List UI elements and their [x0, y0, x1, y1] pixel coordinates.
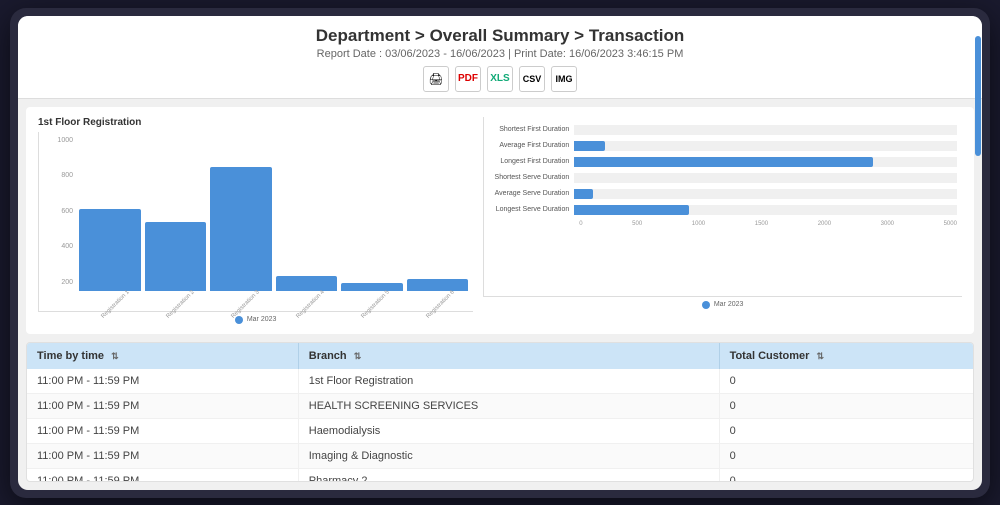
- cell-time: 11:00 PM - 11:59 PM: [27, 393, 298, 418]
- cell-branch: Imaging & Diagnostic: [298, 443, 719, 468]
- hbar-chart-container: Shortest First Duration Average First Du…: [483, 117, 962, 324]
- excel-icon[interactable]: XLS: [487, 66, 513, 92]
- cell-total: 0: [719, 369, 973, 394]
- cell-branch: 1st Floor Registration: [298, 369, 719, 394]
- chart2-legend-text: Mar 2023: [714, 301, 744, 308]
- hbar-x-axis: 0 500 1000 1500 2000 3000 5000: [484, 221, 957, 227]
- bar-3: [210, 167, 272, 291]
- header: Department > Overall Summary > Transacti…: [18, 16, 982, 99]
- col-total: Total Customer ⇅: [719, 343, 973, 369]
- table-row: 11:00 PM - 11:59 PM 1st Floor Registrati…: [27, 369, 973, 394]
- csv-icon[interactable]: CSV: [519, 66, 545, 92]
- cell-time: 11:00 PM - 11:59 PM: [27, 369, 298, 394]
- hbar-fill-5: [574, 189, 593, 199]
- table-header-row: Time by time ⇅ Branch ⇅ Total Customer ⇅: [27, 343, 973, 369]
- page-title: Department > Overall Summary > Transacti…: [18, 26, 982, 46]
- data-table: Time by time ⇅ Branch ⇅ Total Customer ⇅: [27, 343, 973, 482]
- chart1-legend-text: Mar 2023: [247, 316, 277, 323]
- report-date: Report Date : 03/06/2023 - 16/06/2023 | …: [18, 48, 982, 60]
- sort-total-icon[interactable]: ⇅: [816, 351, 824, 362]
- cell-total: 0: [719, 393, 973, 418]
- device-frame: Department > Overall Summary > Transacti…: [10, 8, 990, 498]
- hbar-fill-2: [574, 141, 605, 151]
- cell-branch: Pharmacy 2: [298, 468, 719, 482]
- scrollbar[interactable]: [975, 36, 981, 156]
- hbar-fill-3: [574, 157, 873, 167]
- app-window: Department > Overall Summary > Transacti…: [18, 16, 982, 490]
- data-table-container: Time by time ⇅ Branch ⇅ Total Customer ⇅: [26, 342, 974, 482]
- bar-5: [341, 283, 403, 290]
- bar-chart-area: 200 400 600 800 1000: [38, 132, 473, 312]
- pdf-icon[interactable]: PDF: [455, 66, 481, 92]
- charts-area: 1st Floor Registration 200 400 600 800 1…: [26, 107, 974, 334]
- hbar-row-3: Longest First Duration: [484, 157, 957, 167]
- y-axis: 200 400 600 800 1000: [39, 132, 75, 291]
- bar-6: [407, 279, 469, 291]
- hbar-row-1: Shortest First Duration: [484, 125, 957, 135]
- table-body: 11:00 PM - 11:59 PM 1st Floor Registrati…: [27, 369, 973, 482]
- legend-dot-2: [702, 301, 710, 309]
- bar-chart-container: 1st Floor Registration 200 400 600 800 1…: [38, 117, 473, 324]
- print-icon[interactable]: 🖨: [423, 66, 449, 92]
- image-icon[interactable]: IMG: [551, 66, 577, 92]
- cell-branch: Haemodialysis: [298, 418, 719, 443]
- table-row: 11:00 PM - 11:59 PM HEALTH SCREENING SER…: [27, 393, 973, 418]
- toolbar: 🖨 PDF XLS CSV IMG: [18, 66, 982, 92]
- hbar-row-2: Average First Duration: [484, 141, 957, 151]
- bar-2: [145, 222, 207, 291]
- bar-chart: [39, 132, 473, 311]
- chart1-title: 1st Floor Registration: [38, 117, 473, 128]
- chart2-legend: Mar 2023: [483, 301, 962, 309]
- col-branch: Branch ⇅: [298, 343, 719, 369]
- col-time: Time by time ⇅: [27, 343, 298, 369]
- hbar-row-4: Shortest Serve Duration: [484, 173, 957, 183]
- table-row: 11:00 PM - 11:59 PM Pharmacy 2 0: [27, 468, 973, 482]
- bar-4: [276, 276, 338, 291]
- hbar-row-6: Longest Serve Duration: [484, 205, 957, 215]
- hbar-fill-6: [574, 205, 689, 215]
- cell-time: 11:00 PM - 11:59 PM: [27, 468, 298, 482]
- cell-time: 11:00 PM - 11:59 PM: [27, 418, 298, 443]
- cell-time: 11:00 PM - 11:59 PM: [27, 443, 298, 468]
- table-row: 11:00 PM - 11:59 PM Haemodialysis 0: [27, 418, 973, 443]
- cell-total: 0: [719, 468, 973, 482]
- cell-total: 0: [719, 418, 973, 443]
- table-row: 11:00 PM - 11:59 PM Imaging & Diagnostic…: [27, 443, 973, 468]
- sort-branch-icon[interactable]: ⇅: [354, 351, 362, 362]
- hbar-row-5: Average Serve Duration: [484, 189, 957, 199]
- bar-1: [79, 209, 141, 291]
- sort-time-icon[interactable]: ⇅: [111, 351, 119, 362]
- x-axis: Registration 1 Registration 2 Registrati…: [79, 305, 468, 311]
- cell-total: 0: [719, 443, 973, 468]
- cell-branch: HEALTH SCREENING SERVICES: [298, 393, 719, 418]
